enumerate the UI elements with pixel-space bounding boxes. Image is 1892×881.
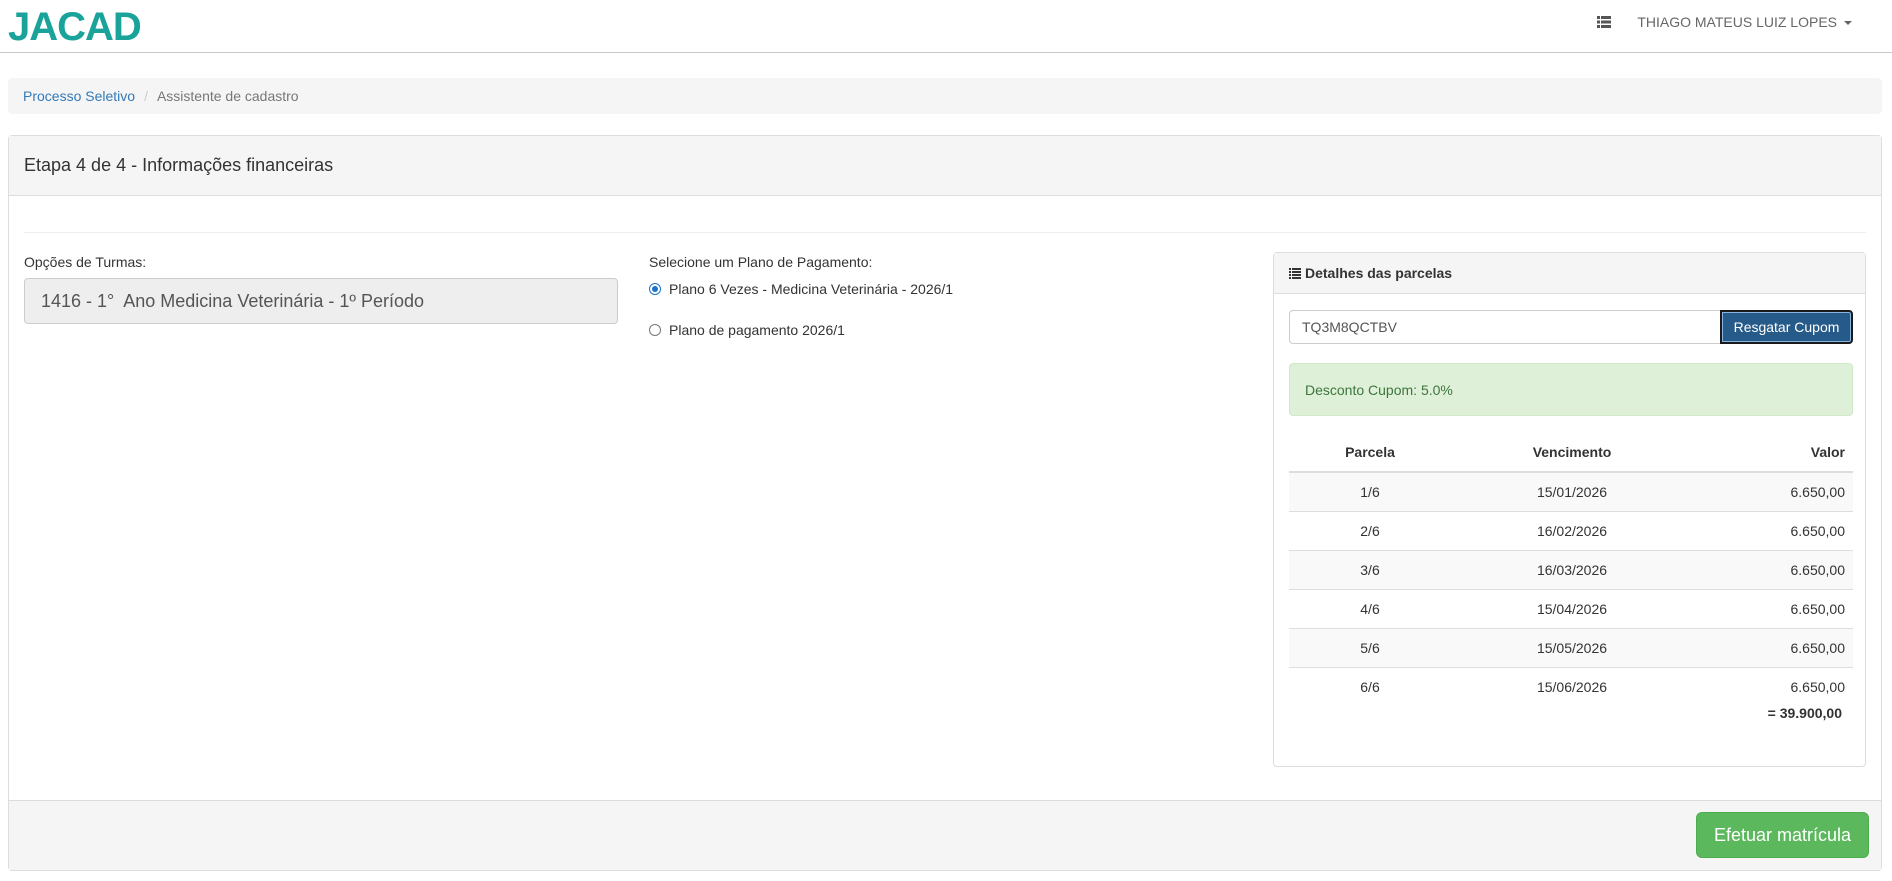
table-row: 6/6 15/06/2026 6.650,00 <box>1289 667 1853 706</box>
coupon-discount-alert: Desconto Cupom: 5.0% <box>1289 363 1853 416</box>
table-row: 3/6 16/03/2026 6.650,00 <box>1289 550 1853 590</box>
logo-text: JACAD <box>8 5 141 49</box>
table-row: 1/6 15/01/2026 6.650,00 <box>1289 471 1853 512</box>
table-row: 2/6 16/02/2026 6.650,00 <box>1289 511 1853 551</box>
plano-label: Selecione um Plano de Pagamento: <box>649 254 873 270</box>
cell-valor: 6.650,00 <box>1693 550 1853 590</box>
list-icon <box>1289 267 1301 279</box>
plano-option-2026-1[interactable]: Plano de pagamento 2026/1 <box>649 322 845 338</box>
radio-checked-icon[interactable] <box>649 283 661 295</box>
divider <box>24 232 1866 233</box>
breadcrumb-separator: / <box>144 88 148 104</box>
enrollment-panel: Etapa 4 de 4 - Informações financeiras O… <box>8 135 1882 871</box>
cell-valor: 6.650,00 <box>1693 667 1853 706</box>
breadcrumb: Processo Seletivo / Assistente de cadast… <box>8 78 1882 114</box>
cell-valor: 6.650,00 <box>1693 471 1853 512</box>
cell-vencimento: 15/04/2026 <box>1451 589 1693 629</box>
cell-vencimento: 15/05/2026 <box>1451 628 1693 668</box>
redeem-coupon-button[interactable]: Resgatar Cupom <box>1720 310 1853 344</box>
plano-option-6-vezes[interactable]: Plano 6 Vezes - Medicina Veterinária - 2… <box>649 281 953 297</box>
turmas-field: 1416 - 1° Ano Medicina Veterinária - 1º … <box>24 278 618 324</box>
efetuar-matricula-button[interactable]: Efetuar matrícula <box>1695 812 1869 858</box>
table-row: 4/6 15/04/2026 6.650,00 <box>1289 589 1853 629</box>
top-navbar: JACAD THIAGO MATEUS LUIZ LOPES <box>0 0 1892 53</box>
cell-parcela: 2/6 <box>1289 511 1451 551</box>
installments-total: = 39.900,00 <box>1767 705 1842 721</box>
column-header-parcela: Parcela <box>1289 433 1451 473</box>
turmas-label: Opções de Turmas: <box>24 254 147 270</box>
breadcrumb-current: Assistente de cadastro <box>156 88 299 104</box>
cell-valor: 6.650,00 <box>1693 589 1853 629</box>
jacad-logo[interactable]: JACAD <box>8 2 152 50</box>
details-panel: Detalhes das parcelas TQ3M8QCTBV Resgata… <box>1273 252 1866 767</box>
user-name: THIAGO MATEUS LUIZ LOPES <box>1637 14 1837 30</box>
cell-vencimento: 15/01/2026 <box>1451 471 1693 512</box>
th-list-icon[interactable] <box>1597 16 1612 28</box>
cell-vencimento: 16/02/2026 <box>1451 511 1693 551</box>
cell-parcela: 1/6 <box>1289 471 1451 512</box>
panel-title: Etapa 4 de 4 - Informações financeiras <box>9 136 1881 196</box>
column-header-vencimento: Vencimento <box>1451 433 1693 473</box>
column-header-valor: Valor <box>1693 433 1853 473</box>
cell-vencimento: 16/03/2026 <box>1451 550 1693 590</box>
panel-footer: Efetuar matrícula <box>9 800 1881 870</box>
caret-down-icon <box>1844 21 1852 26</box>
user-menu[interactable]: THIAGO MATEUS LUIZ LOPES <box>1637 14 1852 30</box>
details-title: Detalhes das parcelas <box>1305 265 1453 281</box>
cell-vencimento: 15/06/2026 <box>1451 667 1693 706</box>
table-header-row: Parcela Vencimento Valor <box>1289 433 1853 473</box>
plano-option-label: Plano de pagamento 2026/1 <box>669 322 845 338</box>
table-row: 5/6 15/05/2026 6.650,00 <box>1289 628 1853 668</box>
cell-valor: 6.650,00 <box>1693 511 1853 551</box>
cell-parcela: 3/6 <box>1289 550 1451 590</box>
coupon-input[interactable]: TQ3M8QCTBV <box>1289 310 1722 344</box>
cell-valor: 6.650,00 <box>1693 628 1853 668</box>
plano-option-label: Plano 6 Vezes - Medicina Veterinária - 2… <box>669 281 954 297</box>
breadcrumb-link-processo-seletivo[interactable]: Processo Seletivo <box>23 88 135 104</box>
cell-parcela: 5/6 <box>1289 628 1451 668</box>
cell-parcela: 4/6 <box>1289 589 1451 629</box>
details-heading: Detalhes das parcelas <box>1274 253 1865 294</box>
installments-table: Parcela Vencimento Valor 1/6 15/01/2026 6.… <box>1289 433 1853 706</box>
cell-parcela: 6/6 <box>1289 667 1451 706</box>
radio-unchecked-icon[interactable] <box>649 324 661 336</box>
